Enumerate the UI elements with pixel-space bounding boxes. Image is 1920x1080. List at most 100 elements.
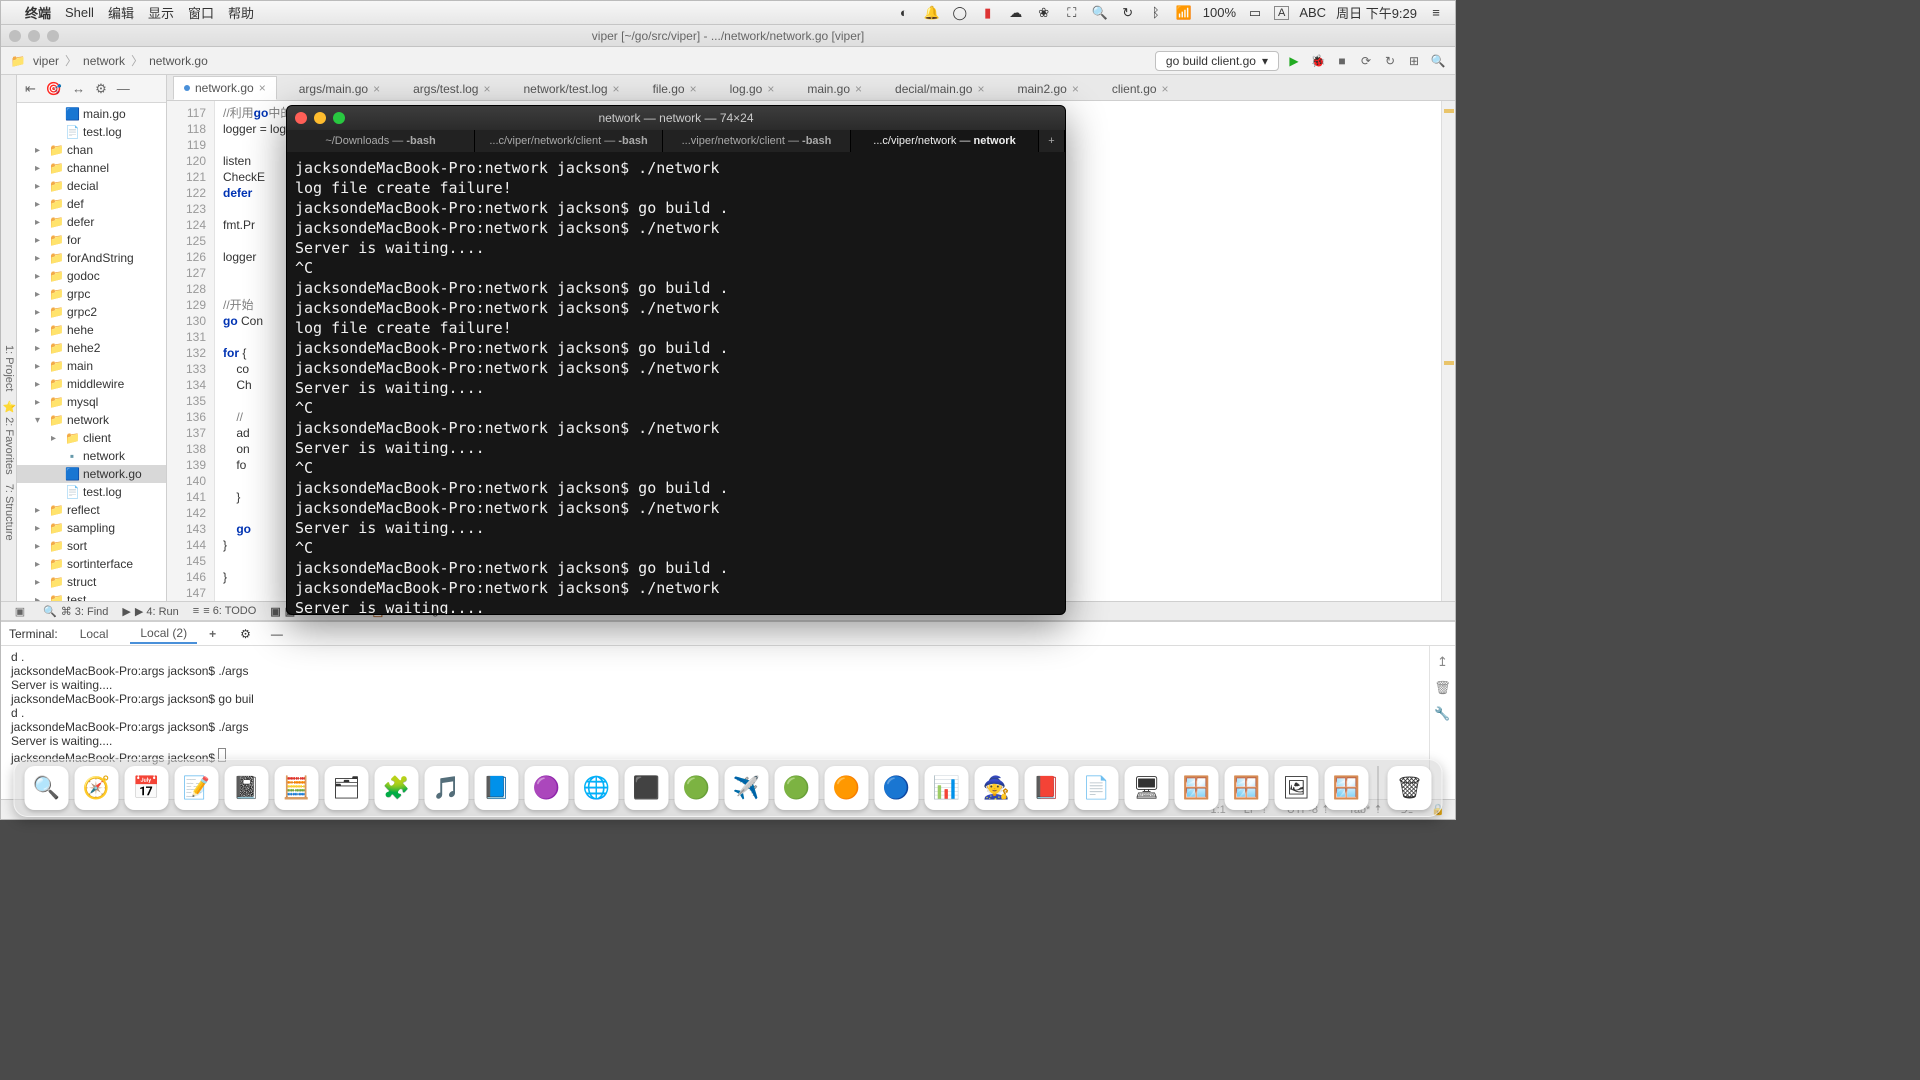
terminal-tab[interactable]: ...c/viper/network/client — -bash xyxy=(475,130,663,152)
menubar-clock[interactable]: 周日 下午9:29 xyxy=(1336,3,1417,22)
status-icon[interactable]: ▮ xyxy=(979,5,997,21)
status-icon[interactable]: ◐ xyxy=(895,5,913,20)
dock-app[interactable]: 🪟 xyxy=(1175,766,1219,810)
tree-item[interactable]: ▸📁client xyxy=(17,429,166,447)
menubar-app[interactable]: 终端 xyxy=(25,3,51,22)
dock-app[interactable]: ✈️ xyxy=(725,766,769,810)
terminal-tab[interactable]: Local (2) xyxy=(130,624,197,644)
tree-item[interactable]: ▸📁def xyxy=(17,195,166,213)
collapse-icon[interactable]: ⇤ xyxy=(25,81,36,97)
toolbar-icon[interactable]: ⟳ xyxy=(1357,54,1375,68)
tree-item[interactable]: 📄test.log xyxy=(17,483,166,501)
dock-app[interactable]: 📅 xyxy=(125,766,169,810)
status-icon[interactable]: ☁ xyxy=(1007,5,1025,21)
minimize-button[interactable] xyxy=(314,112,326,124)
tree-item[interactable]: ▸📁mysql xyxy=(17,393,166,411)
add-terminal-tab[interactable]: + xyxy=(209,627,216,641)
dock-app[interactable]: 🧙 xyxy=(975,766,1019,810)
breadcrumb[interactable]: network xyxy=(83,54,125,68)
wrench-icon[interactable]: 🔧 xyxy=(1434,706,1450,722)
tree-item[interactable]: ▸📁defer xyxy=(17,213,166,231)
toolwindow-run[interactable]: ▶▶ 4: Run xyxy=(122,605,178,618)
toolbar-icon[interactable]: ⊞ xyxy=(1405,54,1423,68)
tree-item[interactable]: 📄test.log xyxy=(17,123,166,141)
toolbar-icon[interactable]: ↻ xyxy=(1381,54,1399,68)
editor-tab[interactable]: main2.go× xyxy=(995,77,1089,100)
editor-tab[interactable]: client.go× xyxy=(1090,77,1180,100)
toolwindow-find[interactable]: 🔍⌘ 3: Find xyxy=(43,605,108,618)
run-config-selector[interactable]: go build client.go ▾ xyxy=(1155,51,1279,71)
locate-icon[interactable]: 🎯 xyxy=(46,81,62,97)
dock-app[interactable]: 🖥 xyxy=(1125,766,1169,810)
terminal-tabs[interactable]: ~/Downloads — -bash...c/viper/network/cl… xyxy=(287,130,1065,152)
trash-icon[interactable]: 🗑 xyxy=(1434,680,1451,696)
terminal-tab[interactable]: ~/Downloads — -bash xyxy=(287,130,475,152)
tree-item[interactable]: ▸📁hehe2 xyxy=(17,339,166,357)
dock-app[interactable]: 📝 xyxy=(175,766,219,810)
terminal-app-window[interactable]: network — network — 74×24 ~/Downloads — … xyxy=(286,105,1066,615)
status-icon[interactable]: ❀ xyxy=(1035,5,1053,21)
hide-icon[interactable]: — xyxy=(271,627,283,641)
dock-app[interactable]: 📕 xyxy=(1025,766,1069,810)
input-method[interactable]: ABC xyxy=(1299,5,1326,20)
dock[interactable]: 🔍🧭📅📝📓🧮🗂🧩🎵📘🟣🌐⬛🟢✈️🟢🟠🔵📊🧙📕📄🖥🪟🪟🖼🪟🗑 xyxy=(14,759,1443,817)
run-button[interactable]: ▶ xyxy=(1285,54,1303,68)
timemachine-icon[interactable]: ↻ xyxy=(1119,5,1137,21)
zoom-button[interactable] xyxy=(333,112,345,124)
notification-center-icon[interactable]: ≡ xyxy=(1427,5,1445,20)
menubar-item-edit[interactable]: 编辑 xyxy=(108,3,134,22)
tree-item[interactable]: ▸📁struct xyxy=(17,573,166,591)
minimize-button[interactable] xyxy=(28,30,40,42)
stop-button[interactable]: ■ xyxy=(1333,54,1351,68)
tree-item[interactable]: 🟦main.go xyxy=(17,105,166,123)
dock-app[interactable]: 🟣 xyxy=(525,766,569,810)
terminal-output[interactable]: jacksondeMacBook-Pro:network jackson$ ./… xyxy=(287,152,1065,615)
terminal-tab[interactable]: ...c/viper/network — network xyxy=(851,130,1039,152)
breadcrumb[interactable]: viper xyxy=(33,54,59,68)
input-method-box[interactable]: A xyxy=(1274,6,1289,20)
tree-item[interactable]: ▸📁chan xyxy=(17,141,166,159)
editor-tab[interactable]: args/test.log× xyxy=(391,77,501,100)
status-icon[interactable]: 🔔 xyxy=(923,5,941,21)
tree-item[interactable]: ▸📁hehe xyxy=(17,321,166,339)
editor-tab[interactable]: main.go× xyxy=(785,77,873,100)
tree-item[interactable]: ▸📁sort xyxy=(17,537,166,555)
dock-app[interactable]: 📄 xyxy=(1075,766,1119,810)
close-button[interactable] xyxy=(295,112,307,124)
editor-tab[interactable]: network/test.log× xyxy=(502,77,631,100)
status-icon[interactable]: ◯ xyxy=(951,5,969,21)
hide-icon[interactable]: — xyxy=(117,81,130,96)
zoom-button[interactable] xyxy=(47,30,59,42)
terminal-tab[interactable]: ...viper/network/client — -bash xyxy=(663,130,851,152)
dock-app[interactable]: 📘 xyxy=(475,766,519,810)
battery-icon[interactable]: ▭ xyxy=(1246,5,1264,21)
trash-icon[interactable]: 🗑 xyxy=(1388,766,1432,810)
dock-app[interactable]: 🪟 xyxy=(1225,766,1269,810)
tree-item[interactable]: ▸📁sortinterface xyxy=(17,555,166,573)
dock-app[interactable]: 🗂 xyxy=(325,766,369,810)
tree-item[interactable]: ▸📁for xyxy=(17,231,166,249)
breadcrumb[interactable]: network.go xyxy=(149,54,208,68)
expand-icon[interactable]: ↔ xyxy=(72,81,85,96)
tree-item[interactable]: 🟦network.go xyxy=(17,465,166,483)
tree-item[interactable]: ▸📁forAndString xyxy=(17,249,166,267)
new-tab-button[interactable]: + xyxy=(1039,130,1065,152)
debug-button[interactable]: 🐞 xyxy=(1309,54,1327,68)
tree-item[interactable]: ▸📁reflect xyxy=(17,501,166,519)
editor-tab[interactable]: network.go× xyxy=(173,76,277,100)
dock-app[interactable]: 🪟 xyxy=(1325,766,1369,810)
gear-icon[interactable]: ⚙ xyxy=(95,81,107,97)
terminal-titlebar[interactable]: network — network — 74×24 xyxy=(287,106,1065,130)
tree-item[interactable]: ▾📁network xyxy=(17,411,166,429)
search-icon[interactable]: 🔍 xyxy=(1429,54,1447,68)
menubar-item-shell[interactable]: Shell xyxy=(65,5,94,20)
up-icon[interactable]: ↥ xyxy=(1437,654,1448,670)
toolwindow-toggle[interactable]: ▣ xyxy=(11,605,29,618)
dock-app[interactable]: 🔵 xyxy=(875,766,919,810)
bluetooth-icon[interactable]: ᛒ xyxy=(1147,5,1165,20)
terminal-tab[interactable]: Local xyxy=(70,625,119,643)
dock-app[interactable]: 📓 xyxy=(225,766,269,810)
status-icon[interactable]: ⛶ xyxy=(1063,5,1081,21)
battery-percent[interactable]: 100% xyxy=(1203,5,1236,20)
gear-icon[interactable]: ⚙ xyxy=(240,627,251,641)
